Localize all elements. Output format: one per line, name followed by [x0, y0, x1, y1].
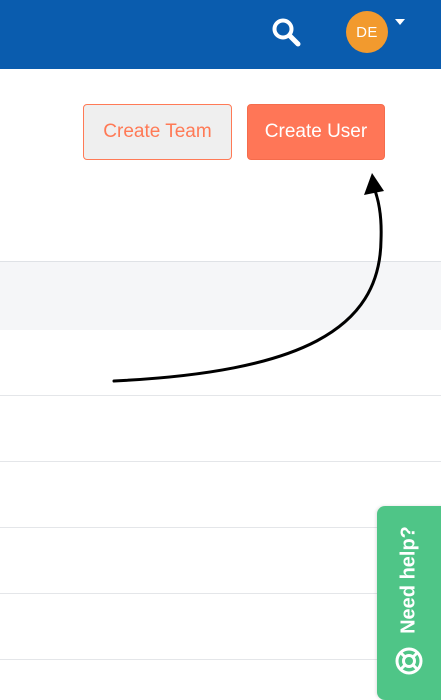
table-row[interactable]: [0, 594, 441, 660]
table-header: [0, 261, 441, 330]
search-icon: [272, 18, 301, 47]
top-navigation-bar: DE: [0, 0, 441, 69]
search-button[interactable]: [266, 12, 306, 52]
user-avatar[interactable]: DE: [346, 11, 388, 53]
page: DE Create Team Create User Need help?: [0, 0, 441, 700]
table-row[interactable]: [0, 528, 441, 594]
table-row[interactable]: [0, 330, 441, 396]
create-team-button[interactable]: Create Team: [83, 104, 232, 160]
create-user-button[interactable]: Create User: [247, 104, 385, 160]
need-help-label[interactable]: Need help?: [398, 526, 421, 634]
lifebuoy-icon[interactable]: [394, 646, 424, 676]
chevron-down-icon[interactable]: [395, 19, 405, 25]
table-row[interactable]: [0, 396, 441, 462]
table-row[interactable]: [0, 462, 441, 528]
